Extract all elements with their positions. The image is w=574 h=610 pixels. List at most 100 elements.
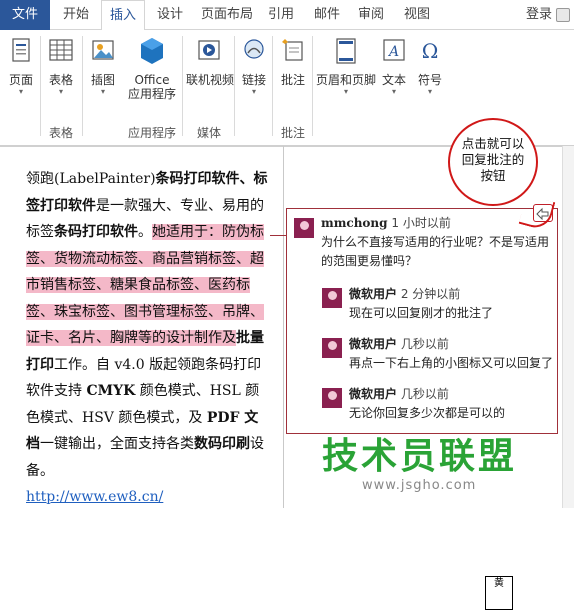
body-text-run: 领跑(LabelPainter) [26, 171, 156, 187]
office-apps-label-2: 应用程序 [127, 87, 176, 101]
pages-button[interactable]: 页面 ▾ [4, 36, 38, 97]
comment-text: 再点一下右上角的小图标又可以回复了 [349, 356, 554, 370]
links-label: 链接 [241, 73, 266, 87]
header-footer-label: 页眉和页脚 [316, 73, 377, 87]
text-icon: A [383, 39, 405, 61]
avatar [321, 337, 343, 359]
table-button[interactable]: 表格 ▾ [44, 36, 78, 97]
svg-text:A: A [387, 44, 399, 60]
body-text-run: 。 [138, 224, 152, 240]
comment-reply[interactable]: 微软用户 几秒以前 再点一下右上角的小图标又可以回复了 [349, 335, 553, 373]
links-button[interactable]: 链接 ▾ [238, 36, 270, 97]
symbol-button[interactable]: Ω 符号 ▾ [414, 36, 446, 97]
office-apps-label: Office [134, 73, 170, 87]
comment-reply[interactable]: 微软用户 几秒以前 无论你回复多少次都是可以的 [349, 385, 553, 423]
group-label-tables: 表格 [48, 126, 73, 140]
chevron-down-icon: ▾ [18, 87, 23, 96]
group-label-comments: 批注 [280, 126, 305, 140]
comment-time: 几秒以前 [400, 387, 449, 401]
comment-time: 2 分钟以前 [400, 287, 461, 301]
comment-icon [282, 39, 303, 61]
online-video-icon [198, 40, 220, 60]
comment-text: 为什么不直接写适用的行业呢？不是写适用的范围更易懂吗？ [321, 235, 550, 268]
tab-references[interactable]: 引用 [262, 0, 300, 30]
tab-design[interactable]: 设计 [150, 0, 190, 30]
chevron-down-icon: ▾ [100, 87, 105, 96]
text-button[interactable]: A 文本 ▾ [378, 36, 410, 97]
group-divider [234, 36, 235, 136]
comment-author: 微软用户 [349, 387, 398, 401]
commented-highlight[interactable]: 她适用于：防伪标签、货物流动标签、商品营销标签、超市销售标签、糖果食品标签、医药… [26, 224, 264, 346]
text-label: 文本 [381, 73, 406, 87]
comment-time: 1 小时以前 [391, 216, 451, 230]
body-bold-run: CMYK [86, 383, 136, 399]
illustrations-label: 插图 [90, 73, 115, 87]
header-footer-icon [336, 38, 356, 64]
body-text-run: 一键输出，全面支持各类 [40, 436, 194, 452]
chevron-down-icon: ▾ [251, 87, 256, 96]
group-label-media: 媒体 [196, 126, 221, 140]
callout-text: 按钮 [480, 168, 506, 183]
watermark-title: 技术员联盟 [322, 436, 518, 477]
page-icon [12, 38, 30, 62]
tab-page-layout[interactable]: 页面布局 [198, 0, 256, 30]
symbol-icon: Ω [422, 39, 439, 63]
account-icon[interactable] [556, 8, 570, 22]
comment-button[interactable]: 批注 [276, 36, 310, 87]
avatar [321, 287, 343, 309]
body-bold-run: 条码打印软件 [54, 224, 138, 240]
online-video-button[interactable]: 联机视频 [186, 36, 235, 87]
group-divider [272, 36, 273, 136]
callout-text: 回复批注的 [461, 152, 525, 167]
tab-insert[interactable]: 插入 [101, 0, 145, 31]
illustrations-button[interactable]: 插图 ▾ [86, 36, 120, 97]
illustration-icon [92, 40, 114, 60]
ribbon-tab-bar: 文件 开始 插入 设计 页面布局 引用 邮件 审阅 视图 登录 [0, 0, 574, 31]
office-app-icon [141, 38, 163, 64]
office-apps-button[interactable]: Office 应用程序 [124, 36, 180, 101]
comment-reply[interactable]: 微软用户 2 分钟以前 现在可以回复刚才的批注了 [349, 285, 553, 323]
table-label: 表格 [48, 73, 73, 87]
comment-author: 微软用户 [349, 337, 398, 351]
callout-text: 点击就可以 [461, 136, 525, 151]
text-cursor-popup: 黄 [485, 576, 513, 610]
comment-thread[interactable]: mmchong 1 小时以前 为什么不直接写适用的行业呢？不是写适用的范围更易懂… [286, 208, 558, 434]
tab-mailings[interactable]: 邮件 [308, 0, 346, 30]
symbol-label: 符号 [417, 73, 442, 87]
comment-author: 微软用户 [349, 287, 398, 301]
document-body[interactable]: 领跑(LabelPainter)条码打印软件、标签打印软件是一款强大、专业、易用… [26, 166, 271, 511]
comment-text: 无论你回复多少次都是可以的 [349, 406, 506, 420]
link-icon [244, 39, 264, 59]
header-footer-button[interactable]: 页眉和页脚 ▾ [316, 36, 376, 97]
avatar [321, 387, 343, 409]
group-divider [312, 36, 313, 136]
watermark: 技术员联盟 www.jsgho.com [322, 436, 574, 508]
hyperlink[interactable]: http://www.ew8.cn/ [26, 489, 163, 505]
tab-review[interactable]: 审阅 [352, 0, 390, 30]
chevron-down-icon: ▾ [58, 87, 63, 96]
comment-text: 现在可以回复刚才的批注了 [349, 306, 494, 320]
group-divider [40, 36, 41, 136]
chevron-down-icon: ▾ [343, 87, 348, 96]
avatar [293, 217, 315, 239]
comment-label: 批注 [280, 73, 305, 87]
svg-text:Ω: Ω [422, 39, 439, 63]
comment-author: mmchong [321, 216, 388, 230]
comment-connector-line [270, 235, 286, 236]
watermark-url: www.jsgho.com [362, 478, 477, 493]
chevron-down-icon: ▾ [391, 87, 396, 96]
body-bold-run: 数码印刷 [194, 436, 250, 452]
tab-file[interactable]: 文件 [0, 0, 50, 30]
group-label-apps: 应用程序 [127, 126, 176, 140]
tab-view[interactable]: 视图 [398, 0, 436, 30]
table-icon [49, 39, 73, 61]
online-video-label: 联机视频 [186, 73, 235, 87]
tab-home[interactable]: 开始 [56, 0, 96, 30]
login-link[interactable]: 登录 [526, 0, 552, 30]
markup-area-divider [283, 146, 284, 508]
pages-label: 页面 [8, 73, 33, 87]
chevron-down-icon: ▾ [427, 87, 432, 96]
body-text-run: 工作。 [54, 356, 96, 373]
group-divider [82, 36, 83, 136]
comment-time: 几秒以前 [400, 337, 449, 351]
